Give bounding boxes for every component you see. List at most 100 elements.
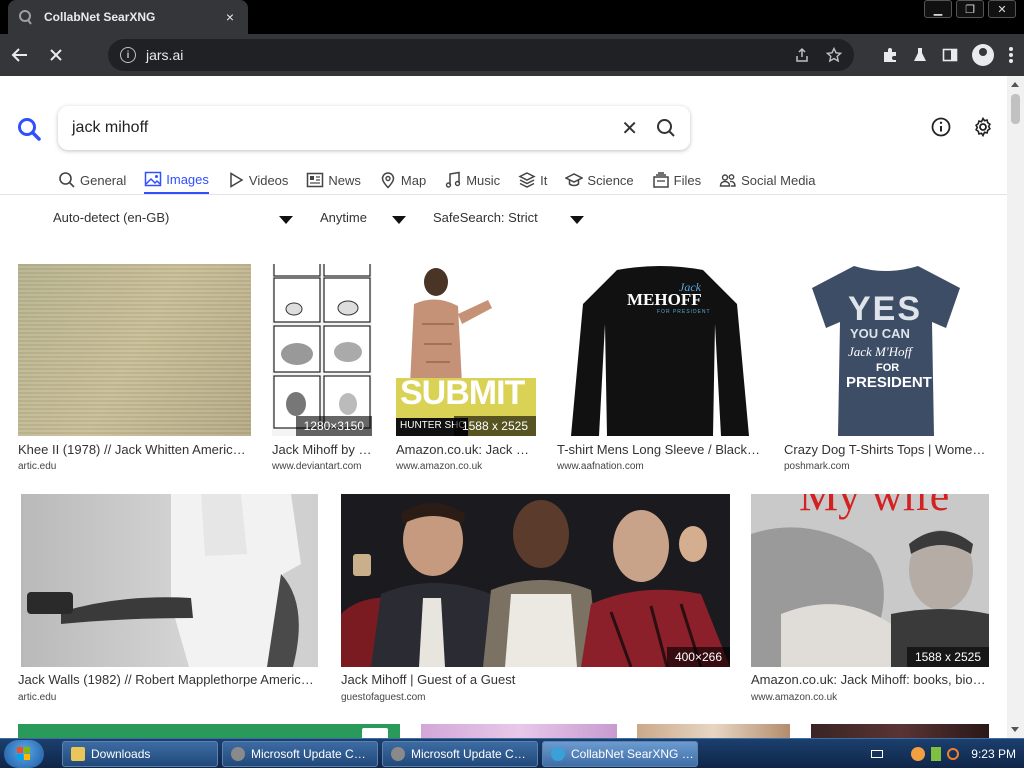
language-select[interactable]: Auto-detect (en-GB) <box>53 210 169 225</box>
image-result[interactable]: Khee II (1978) // Jack Whitten Americ… a… <box>18 264 251 474</box>
minimize-button[interactable]: ▁ <box>924 0 952 18</box>
result-thumbnail[interactable] <box>811 724 989 738</box>
tab-files[interactable]: Files <box>652 166 701 194</box>
search-submit-icon[interactable] <box>656 118 676 138</box>
result-thumbnail[interactable] <box>637 724 790 738</box>
result-thumbnail[interactable] <box>21 494 318 667</box>
side-panel-icon[interactable] <box>942 47 958 63</box>
address-bar-url[interactable]: jars.ai <box>146 47 778 63</box>
bookmark-star-icon[interactable] <box>826 47 842 63</box>
search-input[interactable]: jack mihoff <box>72 119 621 137</box>
settings-gear-icon[interactable] <box>972 116 994 138</box>
image-result[interactable]: 400×266 Jack Mihoff | Guest of a Guest g… <box>341 494 730 706</box>
category-divider <box>0 194 1007 195</box>
info-icon[interactable] <box>930 116 952 138</box>
result-title[interactable]: Jack Mihoff by … <box>272 442 372 457</box>
back-arrow-icon[interactable] <box>4 39 36 71</box>
tab-images[interactable]: Images <box>144 166 209 194</box>
result-thumbnail[interactable]: My wife 1588 x 2525 <box>751 494 989 667</box>
image-result[interactable]: 1280×3150 Jack Mihoff by … www.deviantar… <box>272 264 372 474</box>
volume-icon[interactable] <box>931 747 942 761</box>
image-result[interactable]: YES YOU CAN Jack M'Hoff FOR PRESIDENT Cr… <box>784 264 989 474</box>
newspaper-icon <box>307 172 324 188</box>
result-thumbnail[interactable]: SUBMIT HUNTER SHO 1588 x 2525 <box>396 264 536 436</box>
result-title[interactable]: Jack Mihoff | Guest of a Guest <box>341 672 730 687</box>
address-bar[interactable]: i jars.ai <box>108 39 854 71</box>
image-result[interactable] <box>811 724 989 738</box>
result-thumbnail[interactable]: 1280×3150 <box>272 264 372 436</box>
network-icon[interactable] <box>911 747 926 761</box>
result-thumbnail[interactable] <box>18 724 400 738</box>
time-range-select[interactable]: Anytime <box>320 210 367 225</box>
start-button[interactable] <box>4 740 44 768</box>
result-title[interactable]: T-shirt Mens Long Sleeve / Black… <box>557 442 762 457</box>
clock[interactable]: 9:23 PM <box>971 747 1016 761</box>
result-thumbnail[interactable] <box>421 724 617 738</box>
tab-news[interactable]: News <box>306 166 361 194</box>
music-note-icon <box>446 171 461 188</box>
taskbar-item-update-2[interactable]: Microsoft Update C… <box>382 741 538 767</box>
image-result[interactable]: SUBMIT HUNTER SHO 1588 x 2525 Amazon.co.… <box>396 264 536 474</box>
page-scrollbar[interactable] <box>1007 76 1024 738</box>
search-filters: Auto-detect (en-GB) Anytime SafeSearch: … <box>0 210 700 230</box>
scroll-down-arrow-icon[interactable] <box>1011 727 1019 732</box>
extensions-puzzle-icon[interactable] <box>882 47 898 63</box>
scrollbar-thumb[interactable] <box>1011 94 1020 124</box>
tab-it[interactable]: It <box>518 166 547 194</box>
chevron-down-icon[interactable] <box>570 216 584 224</box>
taskbar-item-downloads[interactable]: Downloads <box>62 741 218 767</box>
site-info-icon[interactable]: i <box>120 47 136 63</box>
shirt-mehoff-text: MEHOFF <box>627 290 702 309</box>
result-thumbnail[interactable]: Jack MEHOFF FOR PRESIDENT <box>557 264 762 436</box>
chevron-down-icon[interactable] <box>392 216 406 224</box>
result-title[interactable]: Amazon.co.uk: Jack Mihoff: books, bio… <box>751 672 989 687</box>
header-controls <box>930 116 994 138</box>
stop-loading-icon[interactable] <box>40 39 72 71</box>
result-thumbnail[interactable]: YES YOU CAN Jack M'Hoff FOR PRESIDENT <box>784 264 989 436</box>
lab-flask-icon[interactable] <box>912 47 928 63</box>
image-result[interactable]: Jack Walls (1982) // Robert Mapplethorpe… <box>18 494 318 706</box>
image-result[interactable]: My wife 1588 x 2525 Amazon.co.uk: Jack M… <box>751 494 989 706</box>
tab-map[interactable]: Map <box>379 166 426 194</box>
image-result[interactable] <box>637 724 790 738</box>
taskbar-item-update-1[interactable]: Microsoft Update C… <box>222 741 378 767</box>
image-icon <box>145 171 162 187</box>
tab-videos[interactable]: Videos <box>227 166 289 194</box>
searxng-logo-icon[interactable] <box>16 116 42 142</box>
safesearch-select[interactable]: SafeSearch: Strict <box>433 210 538 225</box>
tab-science[interactable]: Science <box>565 166 634 194</box>
result-thumbnail[interactable]: 400×266 <box>341 494 730 667</box>
shirt-jack-mhoff-text: Jack M'Hoff <box>848 344 912 359</box>
image-dimensions: 400×266 <box>666 647 730 667</box>
result-thumbnail[interactable] <box>18 264 251 436</box>
clear-search-icon[interactable]: ✕ <box>621 116 638 141</box>
tab-general[interactable]: General <box>58 166 126 194</box>
result-title[interactable]: Amazon.co.uk: Jack … <box>396 442 536 457</box>
scroll-up-arrow-icon[interactable] <box>1011 82 1019 87</box>
image-result[interactable] <box>421 724 617 738</box>
profile-avatar-icon[interactable] <box>972 44 994 66</box>
result-source: www.deviantart.com <box>272 461 362 472</box>
taskbar-item-browser[interactable]: CollabNet SearXNG … <box>542 741 698 767</box>
result-title[interactable]: Jack Walls (1982) // Robert Mapplethorpe… <box>18 672 318 687</box>
tab-music[interactable]: Music <box>444 166 500 194</box>
chevron-down-icon[interactable] <box>279 216 293 224</box>
search-tray-icon[interactable] <box>947 748 960 760</box>
keyboard-icon[interactable] <box>871 750 884 758</box>
tab-label: Videos <box>248 172 289 188</box>
close-window-button[interactable]: ✕ <box>988 0 1016 18</box>
tab-close-icon[interactable]: × <box>222 9 238 25</box>
result-title[interactable]: Khee II (1978) // Jack Whitten Americ… <box>18 442 251 457</box>
search-box[interactable]: jack mihoff ✕ <box>58 106 690 150</box>
system-tray: 9:23 PM <box>871 739 1024 769</box>
share-icon[interactable] <box>794 47 810 63</box>
image-result[interactable] <box>18 724 400 738</box>
tab-label: General <box>80 172 127 188</box>
browser-tab[interactable]: CollabNet SearXNG × <box>8 0 248 34</box>
update-gear-icon <box>391 747 405 761</box>
restore-button[interactable]: ❐ <box>956 0 984 18</box>
image-result[interactable]: Jack MEHOFF FOR PRESIDENT T-shirt Mens L… <box>557 264 762 474</box>
kebab-menu-icon[interactable] <box>1008 46 1014 64</box>
tab-social-media[interactable]: Social Media <box>719 166 816 194</box>
result-title[interactable]: Crazy Dog T-Shirts Tops | Wome… <box>784 442 989 457</box>
